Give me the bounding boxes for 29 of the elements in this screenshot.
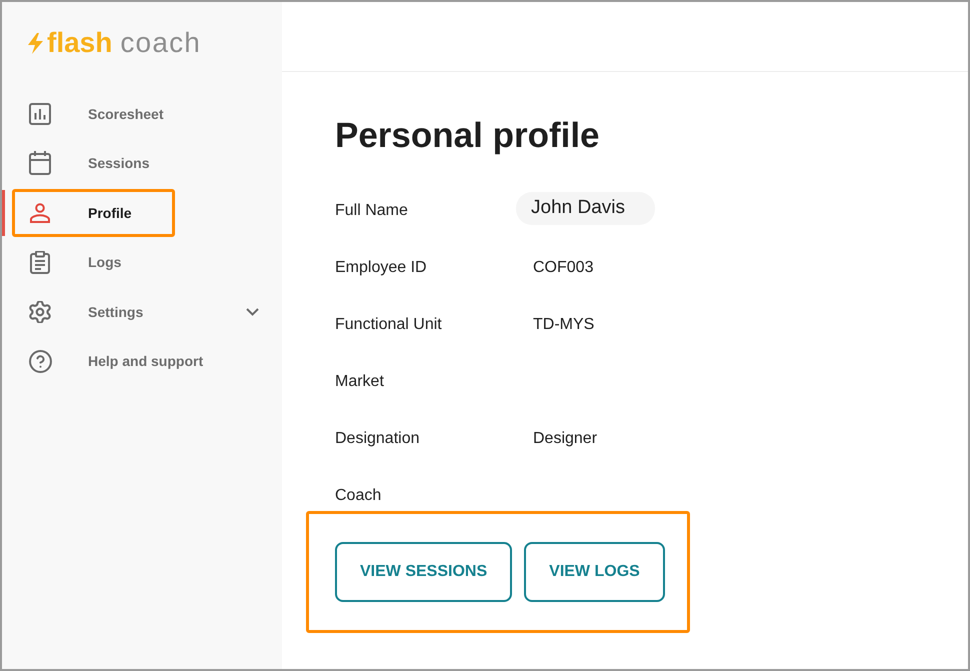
sidebar-item[interactable]: Settings (2, 287, 282, 336)
person-icon (29, 202, 51, 223)
field-value: TD-MYS (533, 316, 594, 334)
bar-chart-icon (29, 102, 51, 125)
sidebar-item[interactable]: Scoresheet (2, 89, 282, 138)
field-label: Full Name (335, 202, 408, 220)
field-label: Designation (335, 430, 420, 448)
action-button[interactable]: VIEW SESSIONS (335, 542, 512, 602)
field-label: Functional Unit (335, 316, 442, 334)
sidebar-item[interactable]: Profile (2, 188, 282, 238)
settings-icon (29, 300, 51, 323)
lightning-bolt-icon (27, 33, 44, 54)
field-label: Market (335, 372, 384, 390)
field-label: Coach (335, 486, 382, 504)
sidebar-item[interactable]: Sessions (2, 138, 282, 188)
action-button[interactable]: VIEW LOGS (524, 542, 665, 602)
logo-wordmark: flash coach (47, 26, 202, 59)
calendar-icon (29, 151, 51, 176)
selection-bar (2, 190, 5, 236)
clipboard-icon (30, 250, 50, 274)
sidebar-item[interactable]: Logs (2, 238, 282, 287)
field-value: COF003 (533, 258, 594, 276)
field-value: John Davis (516, 192, 655, 225)
sidebar-item[interactable]: Help and support (2, 336, 282, 386)
page-title: Personal profile (335, 116, 600, 156)
field-value: Designer (533, 430, 598, 448)
chevron-icon[interactable] (246, 308, 259, 316)
help-icon (28, 350, 52, 373)
field-label: Employee ID (335, 258, 427, 276)
